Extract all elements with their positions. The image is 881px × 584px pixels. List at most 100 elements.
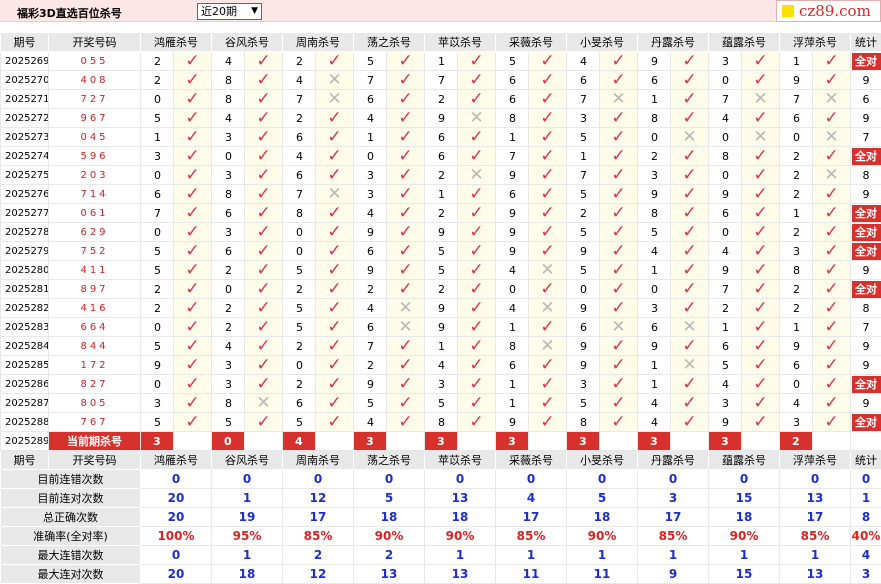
result-cell: ✓ bbox=[316, 147, 354, 166]
stats-value: 20 bbox=[141, 489, 212, 508]
result-cell: ✓ bbox=[742, 337, 780, 356]
checkmark-icon: ✓ bbox=[469, 147, 483, 166]
result-cell: ✓ bbox=[600, 261, 638, 280]
result-cell: ✓ bbox=[174, 299, 212, 318]
current-kill-value: 2 bbox=[780, 432, 813, 451]
kill-number-cell: 5 bbox=[567, 128, 600, 147]
kill-number-cell: 7 bbox=[283, 185, 316, 204]
stats-value: 1 bbox=[425, 546, 496, 565]
kill-number-cell: 3 bbox=[354, 166, 387, 185]
cross-icon: ✕ bbox=[824, 90, 838, 109]
period-cell: 2025280 bbox=[1, 261, 49, 280]
kill-number-cell: 0 bbox=[709, 128, 742, 147]
stats-value: 17 bbox=[283, 508, 354, 527]
kill-number-cell: 4 bbox=[709, 242, 742, 261]
checkmark-icon: ✓ bbox=[682, 90, 696, 109]
cross-icon: ✕ bbox=[540, 337, 554, 356]
result-cell: ✓ bbox=[245, 90, 283, 109]
kill-number-cell: 9 bbox=[709, 261, 742, 280]
checkmark-icon: ✓ bbox=[682, 52, 696, 71]
period-cell: 2025275 bbox=[1, 166, 49, 185]
kill-number-cell: 4 bbox=[709, 375, 742, 394]
result-cell: ✓ bbox=[600, 185, 638, 204]
checkmark-icon: ✓ bbox=[682, 394, 696, 413]
kill-number-cell: 4 bbox=[283, 71, 316, 90]
result-cell: ✕ bbox=[600, 90, 638, 109]
checkmark-icon: ✓ bbox=[611, 299, 625, 318]
kill-number-cell: 0 bbox=[496, 280, 529, 299]
column-header: 荡之杀号 bbox=[354, 451, 425, 470]
kill-number-cell: 7 bbox=[354, 71, 387, 90]
checkmark-icon: ✓ bbox=[753, 242, 767, 261]
period-select-value: 近20期 bbox=[201, 5, 237, 18]
period-select[interactable]: 近20期 ▼ bbox=[197, 3, 262, 20]
stat-cell: 全对 bbox=[851, 147, 881, 166]
checkmark-icon: ✓ bbox=[398, 261, 412, 280]
checkmark-icon: ✓ bbox=[256, 280, 270, 299]
checkmark-icon: ✓ bbox=[256, 375, 270, 394]
kill-number-cell: 3 bbox=[638, 299, 671, 318]
result-cell: ✓ bbox=[671, 242, 709, 261]
kill-number-cell: 5 bbox=[425, 242, 458, 261]
result-cell: ✓ bbox=[245, 413, 283, 432]
result-cell: ✓ bbox=[174, 128, 212, 147]
checkmark-icon: ✓ bbox=[398, 71, 412, 90]
kill-number-cell: 1 bbox=[354, 128, 387, 147]
column-header: 丹露杀号 bbox=[638, 33, 709, 52]
table-row: 20252786290✓3✓0✓9✓9✓9✓5✓5✓0✓2✓全对 bbox=[1, 223, 881, 242]
result-cell: ✓ bbox=[174, 166, 212, 185]
checkmark-icon: ✓ bbox=[682, 223, 696, 242]
checkmark-icon: ✓ bbox=[256, 413, 270, 432]
checkmark-icon: ✓ bbox=[682, 147, 696, 166]
stats-value: 1 bbox=[496, 546, 567, 565]
result-cell: ✕ bbox=[529, 337, 567, 356]
kill-number-cell: 0 bbox=[141, 318, 174, 337]
stats-value: 95% bbox=[212, 527, 283, 546]
kill-number-cell: 6 bbox=[496, 356, 529, 375]
kill-number-cell: 6 bbox=[780, 356, 813, 375]
kill-number-cell: 3 bbox=[780, 413, 813, 432]
result-cell: ✓ bbox=[529, 109, 567, 128]
stats-value: 18 bbox=[567, 508, 638, 527]
stats-row: 目前连错次数00000000000 bbox=[1, 470, 881, 489]
checkmark-icon: ✓ bbox=[327, 413, 341, 432]
checkmark-icon: ✓ bbox=[327, 242, 341, 261]
stat-cell: 全对 bbox=[851, 375, 881, 394]
checkmark-icon: ✓ bbox=[256, 71, 270, 90]
result-cell: ✓ bbox=[813, 71, 851, 90]
stat-cell: 9 bbox=[851, 261, 881, 280]
column-header: 浮萍杀号 bbox=[780, 33, 851, 52]
result-cell: ✓ bbox=[742, 71, 780, 90]
checkmark-icon: ✓ bbox=[327, 280, 341, 299]
chevron-down-icon: ▼ bbox=[251, 4, 258, 19]
checkmark-icon: ✓ bbox=[327, 337, 341, 356]
result-cell: ✓ bbox=[529, 71, 567, 90]
result-cell: ✕ bbox=[316, 185, 354, 204]
result-cell: ✓ bbox=[600, 166, 638, 185]
checkmark-icon: ✓ bbox=[185, 242, 199, 261]
checkmark-icon: ✓ bbox=[611, 337, 625, 356]
checkmark-icon: ✓ bbox=[256, 90, 270, 109]
stats-value: 15 bbox=[709, 489, 780, 508]
checkmark-icon: ✓ bbox=[824, 204, 838, 223]
result-cell: ✓ bbox=[742, 375, 780, 394]
kill-number-cell: 2 bbox=[212, 261, 245, 280]
site-logo[interactable]: cz89.com bbox=[776, 0, 881, 22]
cross-icon: ✕ bbox=[540, 299, 554, 318]
kill-number-cell: 6 bbox=[283, 128, 316, 147]
result-cell: ✓ bbox=[671, 147, 709, 166]
checkmark-icon: ✓ bbox=[540, 52, 554, 71]
stats-label: 目前连错次数 bbox=[1, 470, 141, 489]
stats-value: 0 bbox=[283, 470, 354, 489]
result-cell: ✓ bbox=[742, 109, 780, 128]
kill-number-cell: 2 bbox=[780, 166, 813, 185]
result-cell: ✓ bbox=[529, 185, 567, 204]
kill-number-cell: 4 bbox=[780, 394, 813, 413]
kill-number-cell: 5 bbox=[425, 261, 458, 280]
header-row: 期号开奖号码鸿雁杀号谷风杀号周南杀号荡之杀号苹苡杀号采薇杀号小旻杀号丹露杀号蕴露… bbox=[1, 33, 881, 52]
kill-number-cell: 0 bbox=[141, 166, 174, 185]
checkmark-icon: ✓ bbox=[185, 147, 199, 166]
kill-number-cell: 0 bbox=[283, 223, 316, 242]
current-kill-value: 3 bbox=[638, 432, 671, 451]
result-cell: ✓ bbox=[387, 90, 425, 109]
